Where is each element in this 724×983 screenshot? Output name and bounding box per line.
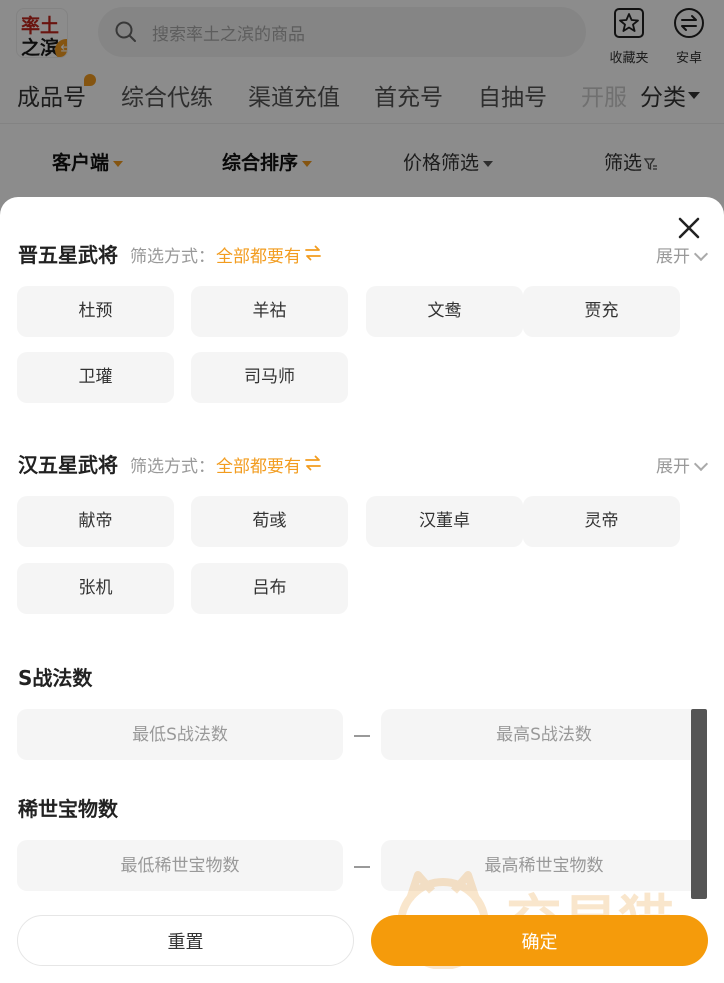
section-header: 汉五星武将 筛选方式： 全部都要有 展开 [18, 449, 709, 479]
option-chip[interactable]: 献帝 [17, 496, 174, 547]
expand-toggle[interactable]: 展开 [656, 452, 709, 477]
expand-label: 展开 [656, 457, 690, 477]
range-separator [354, 735, 370, 737]
filter-sheet: 晋五星武将 筛选方式： 全部都要有 展开 杜预 羊祜 文鸯 贾充 卫瓘 司马师 … [0, 197, 724, 983]
filter-mode-label: 筛选方式： [130, 247, 215, 267]
range-separator [354, 866, 370, 868]
filter-mode-value[interactable]: 全部都要有 [216, 452, 301, 477]
expand-label: 展开 [656, 247, 690, 267]
option-chip[interactable]: 卫瓘 [17, 352, 174, 403]
min-skill-count-input[interactable] [17, 709, 343, 760]
max-skill-count-input[interactable] [381, 709, 707, 760]
option-chip[interactable]: 荀彧 [191, 496, 348, 547]
option-chip[interactable]: 羊祜 [191, 286, 348, 337]
section-header: 晋五星武将 筛选方式： 全部都要有 展开 [18, 239, 709, 269]
swap-icon[interactable] [304, 244, 322, 262]
option-chip[interactable]: 贾充 [523, 286, 680, 337]
min-treasure-count-input[interactable] [17, 840, 343, 891]
max-treasure-count-input[interactable] [381, 840, 707, 891]
section-title: 汉五星武将 [18, 453, 118, 477]
option-chip[interactable]: 张机 [17, 563, 174, 614]
chevron-down-icon [693, 456, 709, 472]
option-chip[interactable]: 司马师 [191, 352, 348, 403]
close-icon[interactable] [676, 215, 702, 241]
filter-mode-value[interactable]: 全部都要有 [216, 242, 301, 267]
filter-mode-label: 筛选方式： [130, 457, 215, 477]
chevron-down-icon [693, 246, 709, 262]
range-title: S战法数 [18, 666, 93, 690]
option-chip[interactable]: 杜预 [17, 286, 174, 337]
option-chip[interactable]: 文鸯 [366, 286, 523, 337]
option-chip[interactable]: 汉董卓 [366, 496, 523, 547]
range-title: 稀世宝物数 [18, 797, 118, 821]
option-chip[interactable]: 灵帝 [523, 496, 680, 547]
reset-button[interactable]: 重置 [17, 915, 354, 966]
section-title: 晋五星武将 [18, 243, 118, 267]
option-chip[interactable]: 吕布 [191, 563, 348, 614]
swap-icon[interactable] [304, 454, 322, 472]
confirm-button[interactable]: 确定 [371, 915, 708, 966]
expand-toggle[interactable]: 展开 [656, 242, 709, 267]
scrollbar[interactable] [691, 709, 707, 899]
